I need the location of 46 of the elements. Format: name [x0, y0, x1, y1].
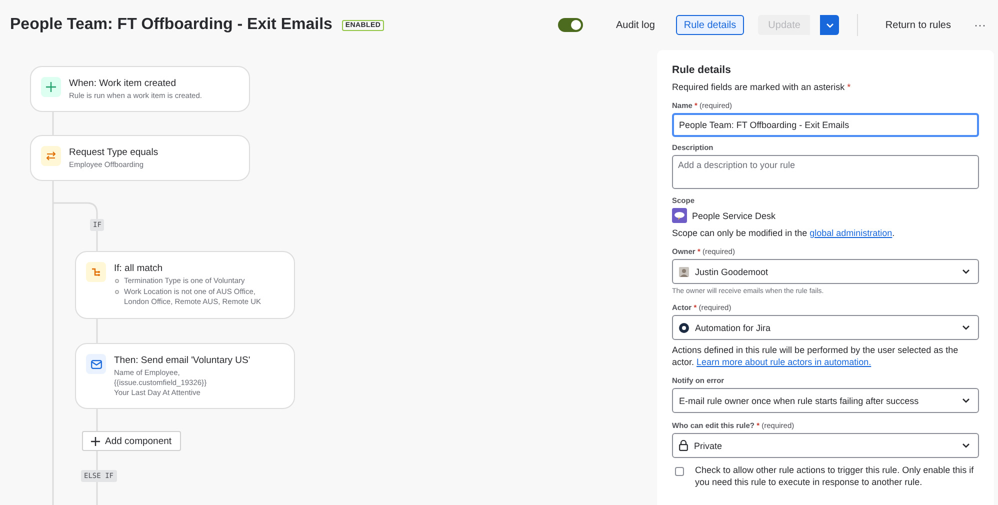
select-value: Justin Goodemoot [695, 266, 770, 276]
rule-title: People Team: FT Offboarding - Exit Emails [10, 16, 332, 34]
notify-select[interactable]: E-mail rule owner once when rule starts failing after success [672, 388, 979, 413]
branch-icon [86, 262, 106, 282]
more-button[interactable]: ··· [972, 15, 988, 35]
select-value: Private [694, 440, 724, 450]
plus-icon [41, 77, 61, 97]
select-value: Automation for Jira [695, 322, 772, 332]
editors-select[interactable]: Private [672, 433, 979, 458]
bullet-icon [115, 279, 119, 283]
header-button[interactable]: Rule details [676, 15, 744, 35]
enabled-toggle[interactable] [558, 18, 583, 32]
actor-help-text: Actions defined in this rule will be performed by the user selected as the actor. Learn more about rule actors in automation. [672, 344, 960, 368]
node-title: Then: Send email 'Voluntary US' [114, 355, 250, 366]
required-note: Required fields are marked with an asterisk * [672, 81, 852, 93]
header-link-button[interactable]: Audit log [608, 15, 662, 35]
scope-note: Scope can only be modified in the global administration. [672, 227, 896, 239]
chevron-down-icon [962, 269, 970, 274]
node-title: Request Type equals [69, 147, 158, 158]
swap-arrows-icon [41, 146, 61, 166]
chevron-down-icon [826, 22, 834, 28]
chevron-down-icon [962, 398, 970, 403]
dropdown-button[interactable] [820, 15, 840, 35]
chevron-down-icon [962, 443, 970, 448]
global-administration-link[interactable]: global administration [810, 228, 892, 238]
node-title: If: all match [114, 263, 164, 274]
panel-title: Rule details [672, 64, 732, 76]
description-field[interactable]: Add a description to your rule [672, 155, 979, 189]
header-link-button[interactable]: Return to rules [878, 15, 958, 35]
scope-value: People Service Desk [692, 210, 776, 222]
chevron-down-icon [962, 325, 970, 330]
add-component-button[interactable]: Add component [82, 431, 181, 451]
plus-icon [91, 436, 100, 446]
avatar-icon [679, 322, 689, 332]
bullet-icon [115, 290, 119, 294]
checkbox-label: Check to allow other rule actions to trigger this rule. Only enable this if you need this rule to execute in response to another rule. [695, 464, 975, 488]
node-title: When: Work item created [69, 78, 178, 89]
lock-icon [679, 440, 688, 451]
rule-actors-link[interactable]: Learn more about rule actors in automation. [696, 357, 872, 367]
checkbox[interactable] [675, 467, 684, 476]
name-field[interactable]: People Team: FT Offboarding - Exit Emails [672, 113, 979, 137]
select-value: E-mail rule owner once when rule starts failing after success [679, 396, 920, 406]
avatar-icon [679, 266, 689, 276]
actor-select[interactable]: Automation for Jira [672, 315, 979, 340]
envelope-icon [86, 354, 106, 374]
owner-select[interactable]: Justin Goodemoot [672, 259, 979, 284]
